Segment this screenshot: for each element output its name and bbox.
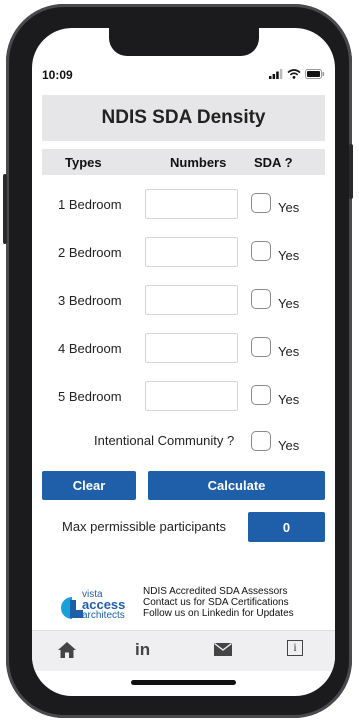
table-header: Types Numbers SDA ? (42, 149, 325, 175)
column-header-sda: SDA ? (254, 155, 293, 170)
vista-access-logo: vista access architects (60, 590, 140, 622)
table-row: 1 Bedroom Yes (32, 189, 335, 221)
bedroom-3-number-input[interactable] (145, 285, 238, 315)
mail-icon[interactable] (214, 643, 232, 656)
bedroom-3-sda-checkbox[interactable] (251, 289, 271, 309)
checkbox-label: Yes (278, 248, 300, 263)
bedroom-4-number-input[interactable] (145, 333, 238, 363)
page-title: NDIS SDA Density (42, 95, 325, 141)
row-label: 1 Bedroom (58, 197, 122, 212)
checkbox-label: Yes (278, 438, 300, 453)
status-time: 10:09 (42, 68, 73, 82)
intentional-community-label: Intentional Community ? (94, 433, 235, 448)
column-header-numbers: Numbers (170, 155, 227, 170)
bedroom-5-sda-checkbox[interactable] (251, 385, 271, 405)
checkbox-label: Yes (278, 392, 300, 407)
bedroom-1-sda-checkbox[interactable] (251, 193, 271, 213)
table-row: 3 Bedroom Yes (32, 285, 335, 317)
footer-line: NDIS Accredited SDA Assessors (143, 586, 288, 597)
info-icon[interactable]: i (287, 640, 303, 656)
row-label: 3 Bedroom (58, 293, 122, 308)
wifi-icon (287, 69, 301, 79)
row-label: 5 Bedroom (58, 389, 122, 404)
home-icon[interactable] (57, 641, 77, 659)
side-button (349, 144, 353, 199)
status-bar: 10:09 (32, 68, 335, 84)
max-participants-value: 0 (248, 512, 325, 542)
side-button (3, 174, 7, 244)
logo-text-architects: architects (82, 610, 125, 621)
phone-frame: 10:09 NDIS SDA Density Types Numbers SDA… (3, 4, 353, 718)
checkbox-label: Yes (278, 296, 300, 311)
footer-line: Follow us on Linkedin for Updates (143, 608, 294, 619)
row-label: 4 Bedroom (58, 341, 122, 356)
row-label: 2 Bedroom (58, 245, 122, 260)
battery-icon (305, 69, 325, 79)
tab-bar: in i (32, 630, 335, 671)
intentional-community-checkbox[interactable] (251, 431, 271, 451)
table-row: 5 Bedroom Yes (32, 381, 335, 413)
bedroom-5-number-input[interactable] (145, 381, 238, 411)
app-screen: 10:09 NDIS SDA Density Types Numbers SDA… (32, 28, 335, 696)
footer-line: Contact us for SDA Certifications (143, 597, 289, 608)
bedroom-1-number-input[interactable] (145, 189, 238, 219)
notch (109, 28, 259, 56)
home-indicator (131, 680, 236, 685)
bedroom-4-sda-checkbox[interactable] (251, 337, 271, 357)
table-row: 2 Bedroom Yes (32, 237, 335, 269)
footer-text: NDIS Accredited SDA Assessors Contact us… (143, 586, 294, 619)
clear-button[interactable]: Clear (42, 471, 136, 500)
column-header-types: Types (65, 155, 102, 170)
calculate-button[interactable]: Calculate (148, 471, 325, 500)
checkbox-label: Yes (278, 344, 300, 359)
table-row: 4 Bedroom Yes (32, 333, 335, 365)
footer: vista access architects NDIS Accredited … (60, 584, 320, 626)
signal-icon (269, 69, 283, 79)
bedroom-2-sda-checkbox[interactable] (251, 241, 271, 261)
bedroom-2-number-input[interactable] (145, 237, 238, 267)
checkbox-label: Yes (278, 200, 300, 215)
max-participants-label: Max permissible participants (62, 519, 227, 534)
linkedin-icon[interactable]: in (135, 640, 150, 660)
